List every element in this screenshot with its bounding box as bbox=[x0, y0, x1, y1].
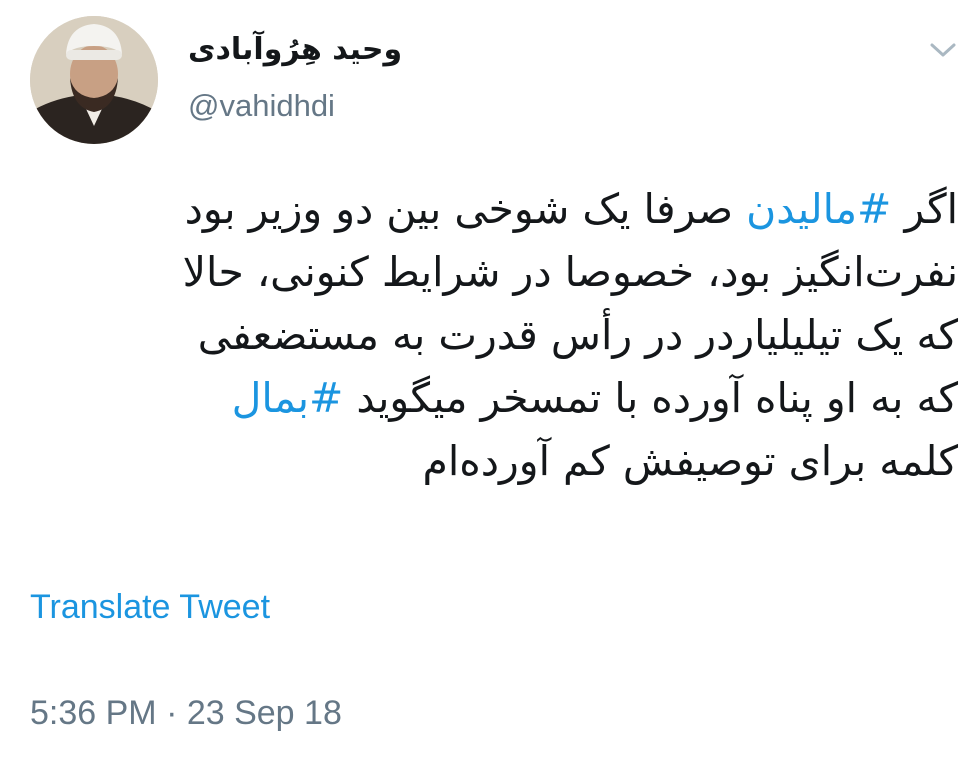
tweet-timestamp[interactable]: 5:36 PM · 23 Sep 18 bbox=[30, 694, 342, 733]
author-handle[interactable]: @vahidhdi bbox=[188, 88, 335, 124]
hashtag-link-malidan[interactable]: #مالیدن bbox=[746, 185, 891, 233]
author-display-name[interactable]: وحید هِرُوآبادی bbox=[188, 32, 402, 67]
tweet-text: اگر #مالیدن صرفا یک شوخی بین دو وزیر بود… bbox=[30, 178, 958, 493]
tweet-line: اگر #مالیدن صرفا یک شوخی بین دو وزیر بود bbox=[30, 178, 958, 241]
tweet-line: که به او پناه آورده با تمسخر میگوید #بما… bbox=[30, 367, 958, 430]
author-avatar[interactable] bbox=[30, 16, 158, 144]
hashtag-link-bemal[interactable]: #بمال bbox=[232, 374, 344, 422]
tweet-line: کلمه برای توصیفش کم آورده‌ام bbox=[422, 437, 958, 485]
tweet-text-segment: که به او پناه آورده با تمسخر میگوید bbox=[343, 374, 958, 422]
chevron-down-icon[interactable] bbox=[928, 38, 958, 62]
tweet-text-segment: صرفا یک شوخی بین دو وزیر بود bbox=[184, 185, 747, 233]
tweet-text-segment: اگر bbox=[891, 185, 958, 233]
tweet-line: که یک تیلیلیاردر در رأس قدرت به مستضعفی bbox=[197, 311, 958, 359]
translate-tweet-link[interactable]: Translate Tweet bbox=[30, 588, 270, 627]
tweet-line: نفرت‌انگیز بود، خصوصا در شرایط کنونی، حا… bbox=[182, 248, 958, 296]
